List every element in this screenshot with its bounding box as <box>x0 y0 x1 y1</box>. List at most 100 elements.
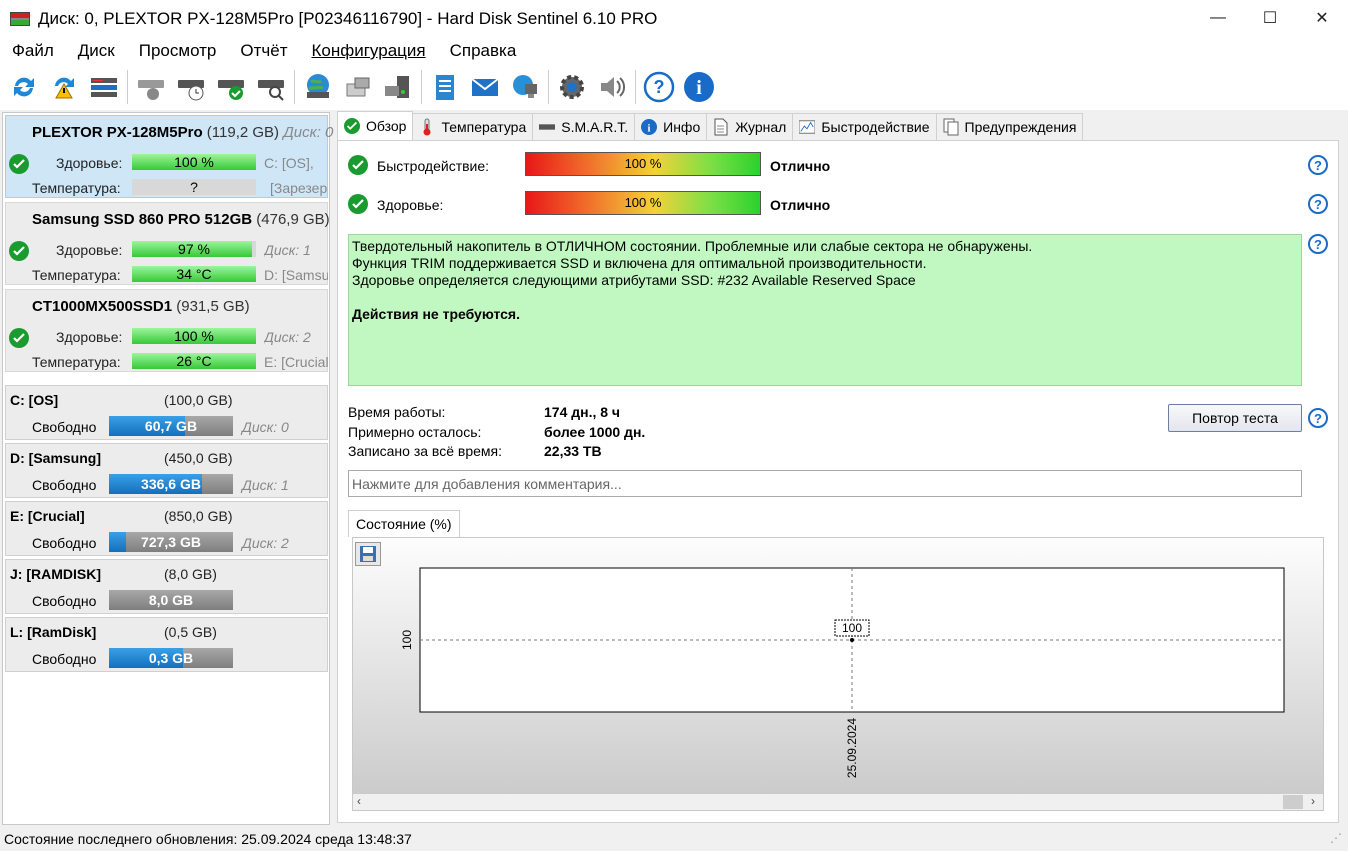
tab-warnings[interactable]: Предупреждения <box>935 113 1084 140</box>
tab-info[interactable]: i Инфо <box>634 113 708 140</box>
data-label: 100 <box>842 621 862 635</box>
volume-name: L: [RamDisk] <box>10 624 97 640</box>
info-icon[interactable]: i <box>679 67 719 107</box>
globe-disk-icon[interactable] <box>298 67 338 107</box>
y-tick-label: 100 <box>400 630 414 650</box>
network-globe-icon[interactable] <box>505 67 545 107</box>
health-chart: 100 100 25.09.2024 ‹ › <box>352 537 1324 811</box>
volume-item[interactable]: E: [Crucial] (850,0 GB) Свободно 727,3 G… <box>5 501 328 556</box>
mail-icon[interactable] <box>465 67 505 107</box>
computer-disk-icon[interactable] <box>378 67 418 107</box>
disk-search-icon[interactable] <box>251 67 291 107</box>
health-label: Здоровье: <box>56 242 123 258</box>
disk-hide-icon[interactable] <box>131 67 171 107</box>
disk-item[interactable]: Samsung SSD 860 PRO 512GB (476,9 GB) Здо… <box>5 202 330 285</box>
performance-verdict: Отлично <box>770 158 831 174</box>
app-icon <box>10 12 30 26</box>
volume-disk: Диск: 1 <box>242 477 289 493</box>
volume-item[interactable]: L: [RamDisk] (0,5 GB) Свободно 0,3 GB <box>5 617 328 672</box>
disk-size: (119,2 GB) <box>206 124 280 141</box>
disk-volumes: E: [Crucial <box>264 354 328 370</box>
scroll-left-icon[interactable]: ‹ <box>357 794 361 808</box>
written-label: Записано за всё время: <box>348 443 502 459</box>
volume-item[interactable]: D: [Samsung] (450,0 GB) Свободно 336,6 G… <box>5 443 328 498</box>
disk-name: Samsung SSD 860 PRO 512GB <box>32 211 253 228</box>
maximize-button[interactable]: ☐ <box>1244 0 1296 36</box>
menu-file[interactable]: Файл <box>0 41 66 61</box>
disk-number: Диск: 2 <box>264 329 311 345</box>
close-button[interactable]: ✕ <box>1296 0 1348 36</box>
menu-configuration[interactable]: Конфигурация <box>300 41 438 61</box>
health-bar: 97 % <box>132 241 256 257</box>
free-label: Свободно <box>32 477 97 493</box>
free-space-bar: 8,0 GB <box>109 590 233 610</box>
volume-disk: Диск: 0 <box>242 419 289 435</box>
remaining-label: Примерно осталось: <box>348 424 482 440</box>
performance-label: Быстродействие: <box>377 158 490 174</box>
speaker-icon[interactable] <box>592 67 632 107</box>
tab-temperature[interactable]: Температура <box>412 113 534 140</box>
status-action: Действия не требуются. <box>352 306 520 322</box>
disk-item[interactable]: CT1000MX500SSD1 (931,5 GB) Здоровье: 100… <box>5 289 328 372</box>
window-title: Диск: 0, PLEXTOR PX-128M5Pro [P023461167… <box>38 9 658 28</box>
disk-item[interactable]: PLEXTOR PX-128M5Pro (119,2 GB) Диск: 0 З… <box>5 115 333 198</box>
comment-field[interactable]: Нажмите для добавления комментария... <box>348 470 1302 497</box>
disk-name: PLEXTOR PX-128M5Pro <box>32 124 203 141</box>
scroll-right-icon[interactable]: › <box>1311 794 1315 808</box>
volume-item[interactable]: J: [RAMDISK] (8,0 GB) Свободно 8,0 GB <box>5 559 328 614</box>
drive-icon <box>539 119 556 135</box>
tab-log[interactable]: Журнал <box>706 113 794 140</box>
tab-performance[interactable]: Быстродействие <box>792 113 937 140</box>
disk-number: Диск: 1 <box>264 242 311 258</box>
volume-size: (100,0 GB) <box>164 392 233 408</box>
free-label: Свободно <box>32 593 97 609</box>
volume-name: J: [RAMDISK] <box>10 566 101 582</box>
volume-name: E: [Crucial] <box>10 508 85 524</box>
disk-number: Диск: 0 <box>283 124 334 141</box>
uptime-label: Время работы: <box>348 404 446 420</box>
retest-button[interactable]: Повтор теста <box>1168 404 1302 432</box>
tab-smart[interactable]: S.M.A.R.T. <box>532 113 636 140</box>
check-icon <box>344 118 360 134</box>
disk-check-icon[interactable] <box>211 67 251 107</box>
menu-disk[interactable]: Диск <box>66 41 127 61</box>
volume-size: (450,0 GB) <box>164 450 233 466</box>
tab-strip: Обзор Температура S.M.A.R.T. i Инфо Журна… <box>337 111 1084 140</box>
help-icon[interactable]: ? <box>1308 408 1328 428</box>
scrollbar-thumb[interactable] <box>1283 795 1303 809</box>
disk-name: CT1000MX500SSD1 <box>32 298 173 315</box>
health-label: Здоровье: <box>56 155 123 171</box>
tab-overview[interactable]: Обзор <box>337 111 414 140</box>
tab-health-chart[interactable]: Состояние (%) <box>348 510 460 537</box>
disk-clock-icon[interactable] <box>171 67 211 107</box>
temperature-bar: 34 °C <box>132 266 256 282</box>
menu-help[interactable]: Справка <box>438 41 529 61</box>
free-space-bar: 336,6 GB <box>109 474 233 494</box>
refresh-icon[interactable] <box>4 67 44 107</box>
volume-name: D: [Samsung] <box>10 450 101 466</box>
status-text: Состояние последнего обновления: 25.09.2… <box>4 831 412 847</box>
temperature-label: Температура: <box>32 267 121 283</box>
warnings-icon <box>943 118 959 136</box>
status-line: Здоровье определяется следующими атрибут… <box>352 272 916 288</box>
status-line: Твердотельный накопитель в ОТЛИЧНОМ сост… <box>352 238 1033 254</box>
refresh-warning-icon[interactable] <box>44 67 84 107</box>
help-icon[interactable]: ? <box>639 67 679 107</box>
temperature-bar: ? <box>132 179 256 195</box>
disk-list-icon[interactable] <box>84 67 124 107</box>
menu-view[interactable]: Просмотр <box>127 41 229 61</box>
volume-item[interactable]: C: [OS] (100,0 GB) Свободно 60,7 GB Диск… <box>5 385 328 440</box>
help-icon[interactable]: ? <box>1308 155 1328 175</box>
chart-scrollbar[interactable]: ‹ › <box>353 794 1323 810</box>
notepad-icon[interactable] <box>425 67 465 107</box>
network-disk-icon[interactable] <box>338 67 378 107</box>
disk-size: (476,9 GB) <box>256 211 330 228</box>
help-icon[interactable]: ? <box>1308 194 1328 214</box>
volume-disk: Диск: 2 <box>242 535 289 551</box>
help-icon[interactable]: ? <box>1308 234 1328 254</box>
thermometer-icon <box>419 118 435 136</box>
menu-report[interactable]: Отчёт <box>228 41 299 61</box>
resize-grip-icon: ⋰ <box>1330 831 1342 845</box>
gear-icon[interactable] <box>552 67 592 107</box>
minimize-button[interactable]: — <box>1192 0 1244 36</box>
